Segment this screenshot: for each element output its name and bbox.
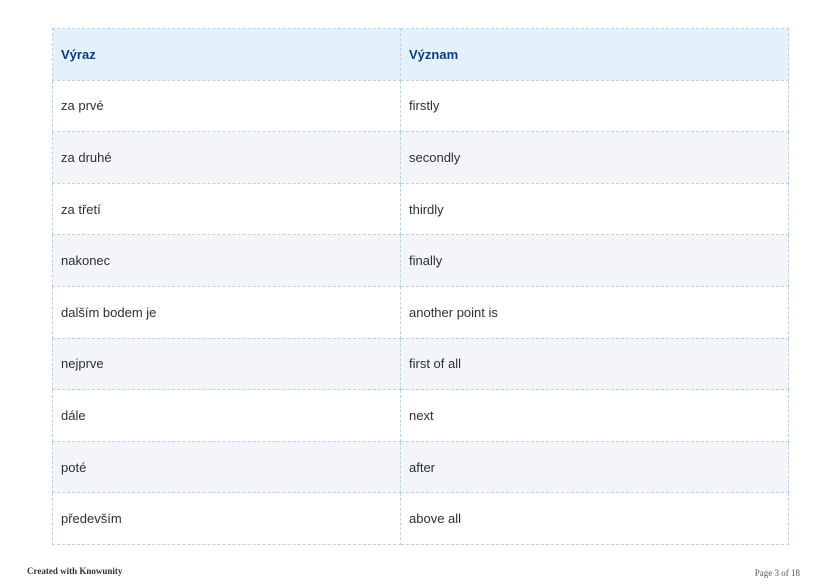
meaning-cell: after <box>400 440 789 494</box>
expression-cell: dále <box>52 389 401 442</box>
expression-cell: poté <box>52 440 401 494</box>
table-row: především above all <box>52 492 789 545</box>
table-header-row: Výraz Význam <box>52 28 789 81</box>
expression-cell: především <box>52 492 401 545</box>
table-row: za třetí thirdly <box>52 182 789 236</box>
vocabulary-table: Výraz Význam za prvé firstly za druhé se… <box>52 28 789 545</box>
meaning-cell: firstly <box>400 79 789 133</box>
meaning-cell: secondly <box>400 131 789 184</box>
expression-cell: za prvé <box>52 79 401 133</box>
expression-cell: za druhé <box>52 131 401 184</box>
expression-cell: za třetí <box>52 182 401 236</box>
meaning-cell: first of all <box>400 337 789 391</box>
page-number: Page 3 of 18 <box>754 568 800 578</box>
expression-cell: dalším bodem je <box>52 285 401 339</box>
meaning-cell: above all <box>400 492 789 545</box>
table-row: nakonec finally <box>52 234 789 287</box>
table-row: za prvé firstly <box>52 79 789 133</box>
table-row: poté after <box>52 440 789 494</box>
expression-cell: nejprve <box>52 337 401 391</box>
column-header-expression: Výraz <box>52 28 401 81</box>
table-row: za druhé secondly <box>52 131 789 184</box>
footer-credit: Created with Knowunity <box>27 566 123 576</box>
table-row: dále next <box>52 389 789 442</box>
expression-cell: nakonec <box>52 234 401 287</box>
meaning-cell: thirdly <box>400 182 789 236</box>
meaning-cell: finally <box>400 234 789 287</box>
meaning-cell: another point is <box>400 285 789 339</box>
meaning-cell: next <box>400 389 789 442</box>
table-row: nejprve first of all <box>52 337 789 391</box>
table-row: dalším bodem je another point is <box>52 285 789 339</box>
column-header-meaning: Význam <box>400 28 789 81</box>
